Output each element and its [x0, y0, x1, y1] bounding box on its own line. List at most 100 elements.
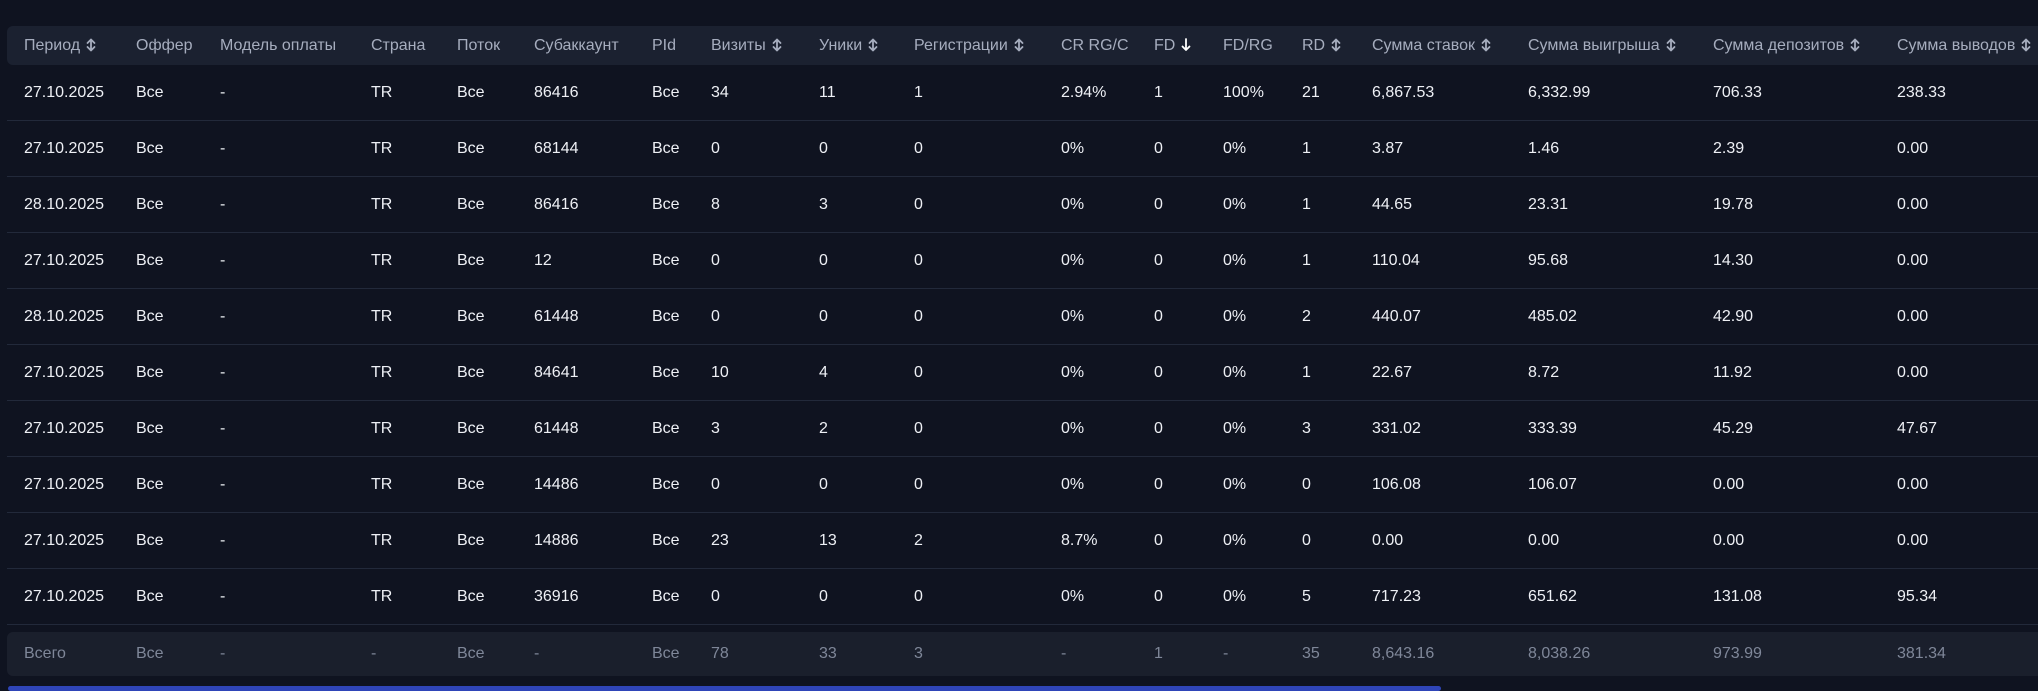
table-cell: 27.10.2025: [7, 120, 119, 177]
horizontal-scrollbar[interactable]: [8, 686, 1441, 691]
table-row: 27.10.2025 Все - TR Все 14886 Все 23 13 2 8.7% 0 0% 0…: [7, 512, 2038, 569]
table-cell: 86416: [517, 65, 635, 121]
table-cell: 0: [897, 120, 1044, 177]
column-header[interactable]: FD: [1137, 26, 1206, 65]
column-header[interactable]: Период: [7, 26, 119, 65]
table-cell: Все: [119, 456, 203, 513]
table-cell: Все: [635, 512, 694, 569]
table-cell: 0.00: [1880, 456, 2038, 513]
table-row: 27.10.2025 Все - TR Все 68144 Все 0 0 0 0% 0 0% 1 3.87…: [7, 120, 2038, 177]
sort-both-icon[interactable]: [2021, 38, 2031, 52]
table-cell: 0: [802, 456, 897, 513]
table-cell: 28.10.2025: [7, 288, 119, 345]
total-cell: 973.99: [1696, 632, 1880, 676]
table-cell: 0: [1285, 456, 1355, 513]
table-cell: Все: [635, 65, 694, 121]
column-header-label: Уники: [819, 36, 863, 54]
table-cell: 95.34: [1880, 568, 2038, 625]
column-header[interactable]: Визиты: [694, 26, 802, 65]
table-cell: TR: [354, 176, 440, 233]
column-header-label: CR RG/C: [1061, 36, 1129, 54]
table-cell: -: [203, 456, 354, 513]
table-cell: 1: [1285, 176, 1355, 233]
table-cell: 27.10.2025: [7, 400, 119, 457]
table-header-row: Период Оффер Модель оплаты Страна Поток Субак…: [7, 26, 2038, 65]
table-cell: 0.00: [1880, 288, 2038, 345]
table-cell: 27.10.2025: [7, 344, 119, 401]
sort-both-icon[interactable]: [1014, 38, 1024, 52]
column-header[interactable]: RD: [1285, 26, 1355, 65]
table-cell: 0: [897, 232, 1044, 289]
table-cell: 95.68: [1511, 232, 1696, 289]
sort-both-icon[interactable]: [868, 38, 878, 52]
table-cell: 44.65: [1355, 176, 1511, 233]
table-cell: 0%: [1044, 288, 1137, 345]
table-cell: 0: [1137, 344, 1206, 401]
table-cell: Все: [440, 65, 517, 121]
table-cell: 0: [897, 344, 1044, 401]
table-cell: 12: [517, 232, 635, 289]
table-cell: 27.10.2025: [7, 232, 119, 289]
table-cell: Все: [119, 568, 203, 625]
table-cell: 1: [1285, 344, 1355, 401]
sort-both-icon[interactable]: [1481, 38, 1491, 52]
table-cell: 0.00: [1880, 120, 2038, 177]
table-cell: 0: [897, 456, 1044, 513]
column-header[interactable]: Регистрации: [897, 26, 1044, 65]
total-cell: Все: [440, 632, 517, 676]
table-cell: 5: [1285, 568, 1355, 625]
table-cell: 8: [694, 176, 802, 233]
sort-both-icon[interactable]: [1666, 38, 1676, 52]
total-cell: 3: [897, 632, 1044, 676]
table-cell: 0%: [1044, 120, 1137, 177]
table-cell: 0: [802, 232, 897, 289]
table-cell: 0%: [1206, 512, 1285, 569]
column-header[interactable]: Сумма выигрыша: [1511, 26, 1696, 65]
column-header: Оффер: [119, 26, 203, 65]
table-cell: 106.07: [1511, 456, 1696, 513]
table-cell: 10: [694, 344, 802, 401]
column-header[interactable]: Сумма депозитов: [1696, 26, 1880, 65]
column-header[interactable]: Уники: [802, 26, 897, 65]
column-header[interactable]: Сумма ставок: [1355, 26, 1511, 65]
table-cell: 333.39: [1511, 400, 1696, 457]
table-cell: 106.08: [1355, 456, 1511, 513]
table-cell: -: [203, 568, 354, 625]
column-header: FD/RG: [1206, 26, 1285, 65]
table-cell: 0%: [1044, 456, 1137, 513]
table-cell: 0: [802, 568, 897, 625]
table-cell: 23.31: [1511, 176, 1696, 233]
sort-desc-icon[interactable]: [1181, 38, 1191, 52]
sort-both-icon[interactable]: [1850, 38, 1860, 52]
total-cell: -: [517, 632, 635, 676]
table-cell: Все: [635, 288, 694, 345]
column-header-label: RD: [1302, 36, 1326, 54]
table-cell: Все: [440, 232, 517, 289]
table-cell: 28.10.2025: [7, 176, 119, 233]
table-cell: Все: [635, 232, 694, 289]
stats-table-container: Период Оффер Модель оплаты Страна Поток Субак…: [7, 26, 2038, 676]
table-cell: 3: [802, 176, 897, 233]
sort-both-icon[interactable]: [1331, 38, 1341, 52]
table-cell: 0: [802, 120, 897, 177]
table-cell: 0%: [1044, 232, 1137, 289]
table-cell: 131.08: [1696, 568, 1880, 625]
table-cell: 19.78: [1696, 176, 1880, 233]
sort-both-icon[interactable]: [86, 38, 96, 52]
table-cell: Все: [635, 456, 694, 513]
table-cell: Все: [119, 232, 203, 289]
table-cell: 0: [694, 456, 802, 513]
total-cell: Всего: [7, 632, 119, 676]
column-header-label: Визиты: [711, 36, 766, 54]
table-cell: 0%: [1206, 176, 1285, 233]
table-cell: -: [203, 65, 354, 121]
table-cell: TR: [354, 400, 440, 457]
table-cell: 0.00: [1880, 176, 2038, 233]
table-row: 27.10.2025 Все - TR Все 84641 Все 10 4 0 0% 0 0% 1 22.…: [7, 344, 2038, 401]
table-row: 28.10.2025 Все - TR Все 86416 Все 8 3 0 0% 0 0% 1 44.6…: [7, 176, 2038, 233]
table-cell: 706.33: [1696, 65, 1880, 121]
sort-both-icon[interactable]: [772, 38, 782, 52]
column-header[interactable]: Сумма выводов: [1880, 26, 2038, 65]
table-cell: -: [203, 400, 354, 457]
table-cell: 717.23: [1355, 568, 1511, 625]
